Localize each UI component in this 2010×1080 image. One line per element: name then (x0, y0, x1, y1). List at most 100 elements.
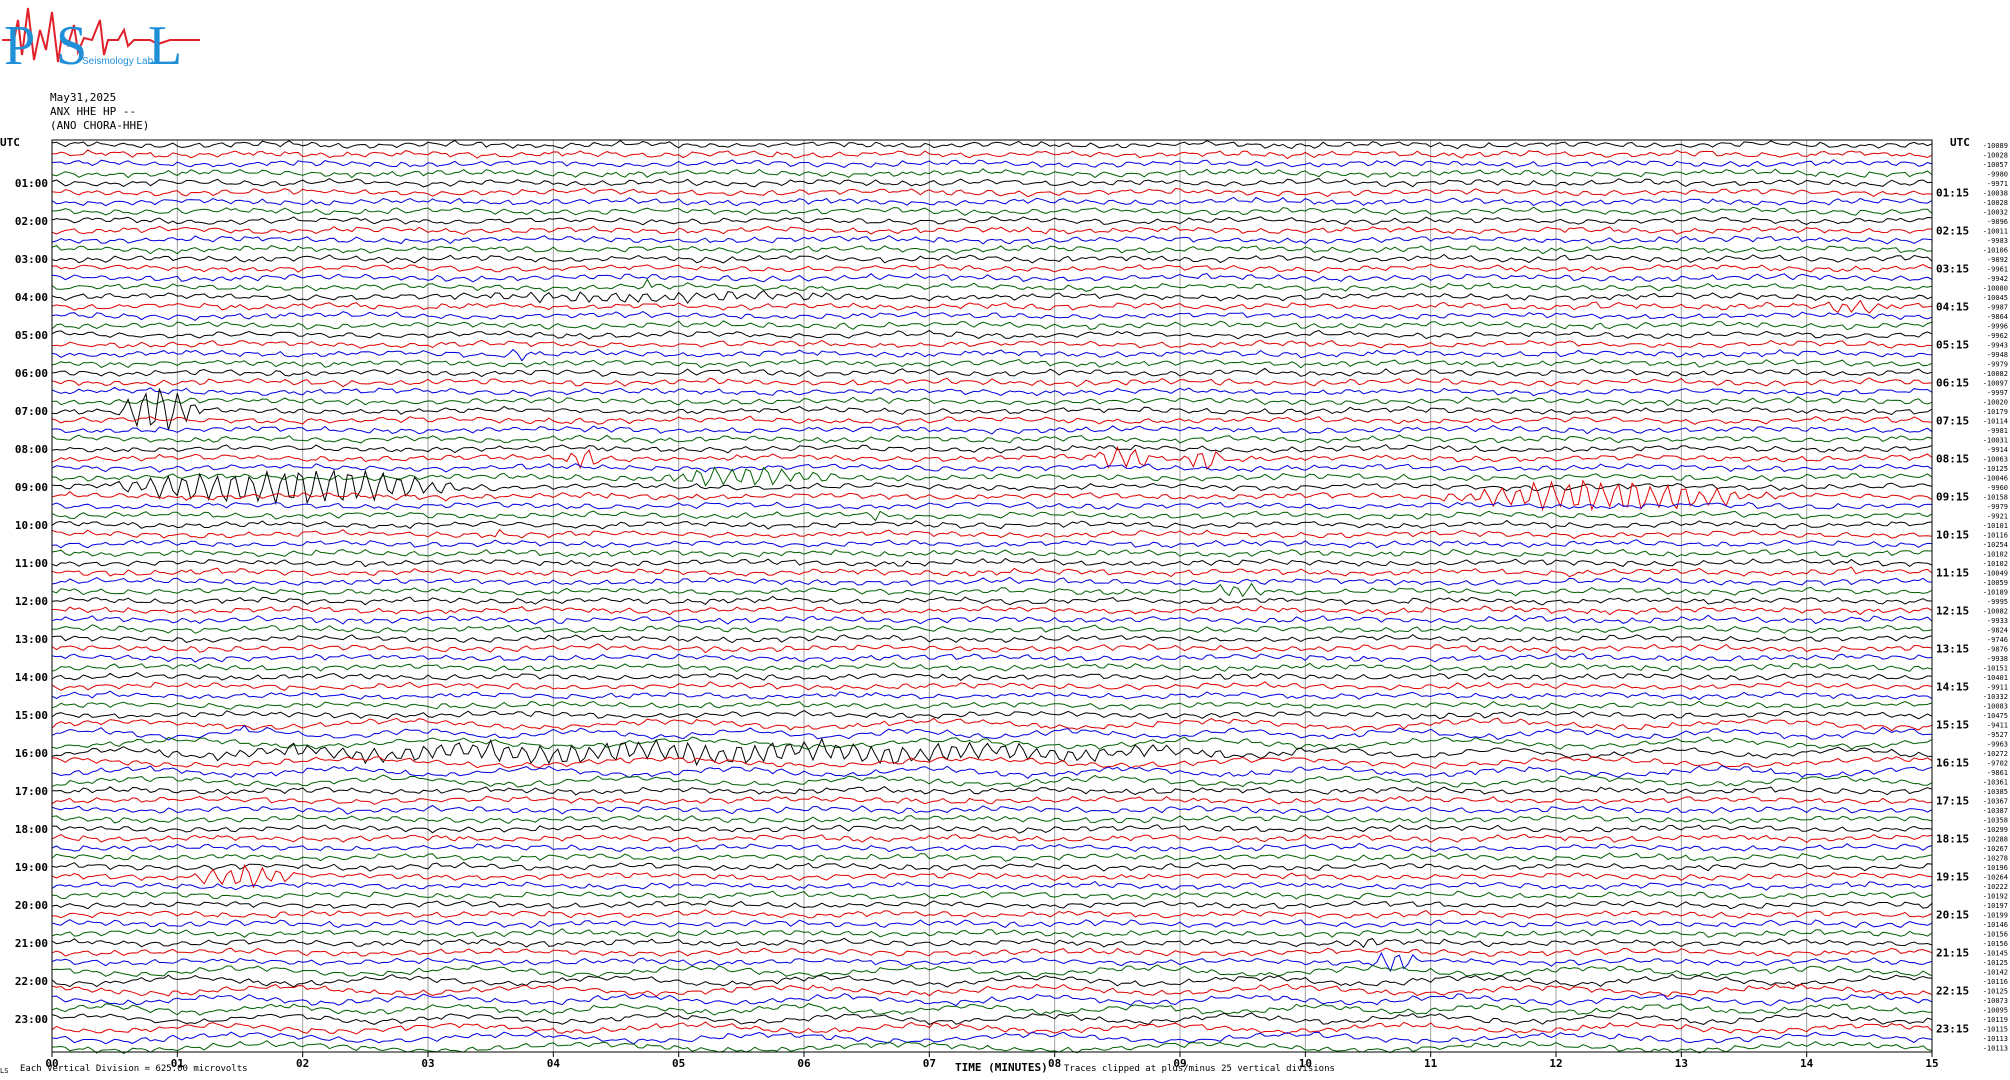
trace-offset-label: -10020 (1983, 398, 2008, 406)
trace-offset-label: -10106 (1983, 246, 2008, 254)
left-time-label: 03:00 (15, 253, 48, 266)
trace-line (51, 582, 1933, 598)
trace-line (51, 444, 1933, 454)
trace-offset-label: -9921 (1987, 512, 2008, 520)
trace-offset-label: -10401 (1983, 674, 2008, 682)
trace-offset-labels: -10089-10028-10057-9980-9971-10038-10028… (1983, 142, 2008, 1053)
trace-line (51, 852, 1933, 862)
trace-line (51, 964, 1933, 978)
right-time-label: 11:15 (1936, 566, 1969, 579)
trace-line (51, 225, 1932, 236)
trace-line (51, 263, 1933, 274)
trace-offset-label: -10156 (1983, 930, 2008, 938)
trace-offset-label: -10142 (1983, 968, 2008, 976)
right-time-label: 06:15 (1936, 376, 1969, 389)
trace-offset-label: -10082 (1983, 370, 2008, 378)
trace-line (51, 774, 1933, 788)
trace-offset-label: -9961 (1987, 265, 2008, 273)
left-time-label: 16:00 (15, 747, 48, 760)
trace-offset-label: -9943 (1987, 341, 2008, 349)
trace-offset-label: -9980 (1987, 170, 2008, 178)
trace-line (51, 595, 1933, 606)
trace-offset-label: -10102 (1983, 550, 2008, 558)
right-time-label: 17:15 (1936, 794, 1969, 807)
right-time-label: 23:15 (1936, 1022, 1969, 1035)
trace-offset-label: -10278 (1983, 854, 2008, 862)
x-tick-label: 14 (1800, 1057, 1814, 1070)
right-time-label: 03:15 (1936, 262, 1969, 275)
trace-offset-label: -9892 (1987, 256, 2008, 264)
trace-offset-label: -10145 (1983, 949, 2008, 957)
trace-line (51, 814, 1933, 824)
trace-line (51, 842, 1933, 853)
trace-offset-label: -10116 (1983, 978, 2008, 986)
division-note: Each Vertical Division = 625.00 microvol… (20, 1064, 248, 1074)
right-time-labels: 01:15 02:15 03:15 04:15 05:15 06:15 07:15 08:15… (1936, 186, 1969, 1035)
trace-line (51, 244, 1933, 255)
trace-offset-label: -9702 (1987, 759, 2008, 767)
trace-line (51, 786, 1933, 796)
trace-line (51, 367, 1933, 378)
x-tick-label: 06 (797, 1057, 811, 1070)
x-tick-label: 08 (1048, 1057, 1061, 1070)
trace-offset-label: -9411 (1987, 721, 2008, 729)
trace-offset-label: -9948 (1987, 351, 2008, 359)
right-time-label: 13:15 (1936, 642, 1969, 655)
trace-line (51, 1021, 1933, 1035)
trace-offset-label: -10083 (1983, 702, 2008, 710)
trace-offset-label: -10156 (1983, 940, 2008, 948)
trace-line (51, 510, 1933, 522)
trace-line (51, 710, 1933, 720)
trace-line (51, 139, 1933, 150)
trace-line (51, 479, 1933, 512)
trace-line (51, 724, 1933, 741)
trace-offset-label: -10299 (1983, 826, 2008, 834)
left-time-label: 09:00 (15, 481, 48, 494)
x-tick-label: 05 (672, 1057, 685, 1070)
trace-offset-label: -10113 (1983, 1035, 2008, 1043)
trace-line (51, 653, 1933, 663)
trace-offset-label: -9981 (1987, 427, 2008, 435)
left-time-label: 20:00 (15, 899, 48, 912)
left-time-label: 14:00 (15, 671, 48, 684)
trace-line (51, 928, 1933, 938)
trace-line (51, 736, 1933, 751)
trace-line (51, 168, 1933, 179)
trace-offset-label: -10082 (1983, 607, 2008, 615)
left-time-label: 23:00 (15, 1013, 48, 1026)
trace-line (51, 272, 1933, 283)
x-tick-label: 07 (923, 1057, 936, 1070)
trace-line (51, 320, 1933, 331)
trace-offset-label: -9861 (1987, 769, 2008, 777)
trace-offset-label: -9963 (1987, 740, 2008, 748)
trace-line (51, 681, 1933, 691)
trace-line (51, 900, 1933, 910)
trace-line (51, 348, 1933, 362)
trace-line (51, 973, 1933, 988)
trace-offset-label: -9746 (1987, 636, 2008, 644)
trace-line (51, 311, 1933, 321)
right-time-label: 01:15 (1936, 186, 1969, 199)
trace-line (51, 377, 1933, 388)
trace-offset-label: -10189 (1983, 588, 2008, 596)
trace-line (51, 358, 1933, 369)
trace-offset-label: -10045 (1983, 294, 2008, 302)
trace-line (51, 386, 1933, 397)
trace-line (51, 947, 1933, 957)
trace-line (51, 765, 1933, 779)
trace-offset-label: -10114 (1983, 417, 2008, 425)
trace-offset-label: -10125 (1983, 465, 2008, 473)
left-time-label: 13:00 (15, 633, 48, 646)
trace-offset-label: -10358 (1983, 816, 2008, 824)
left-time-label: 02:00 (15, 215, 48, 228)
trace-line (51, 501, 1933, 510)
trace-line (51, 339, 1933, 349)
trace-line (51, 235, 1933, 245)
trace-offset-label: -10119 (1983, 1016, 2008, 1024)
trace-offset-label: -10028 (1983, 199, 2008, 207)
left-time-label: 22:00 (15, 975, 48, 988)
trace-line (51, 1003, 1933, 1016)
trace-line (51, 643, 1933, 654)
trace-line (51, 396, 1933, 407)
trace-offset-label: -9971 (1987, 180, 2008, 188)
